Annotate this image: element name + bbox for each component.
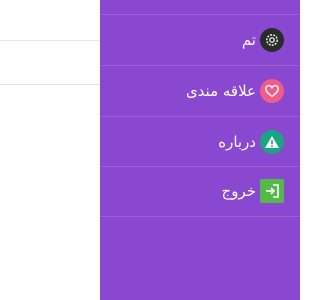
menu-item-label: خروج (221, 182, 256, 200)
gear-icon (260, 28, 284, 52)
menu-item-label: علاقه مندی (185, 82, 256, 100)
menu-divider (100, 216, 300, 217)
menu-item-logout[interactable]: خروج (100, 166, 300, 216)
menu-item-favorites[interactable]: علاقه مندی (100, 66, 300, 116)
menu-item-label: تم (241, 31, 256, 49)
warning-icon (260, 130, 284, 154)
exit-icon (260, 179, 284, 203)
menu-item-label: درباره (218, 133, 256, 151)
menu-item-about[interactable]: درباره (100, 117, 300, 167)
heart-icon (260, 79, 284, 103)
main-content-area (0, 0, 100, 300)
menu-item-theme[interactable]: تم (100, 15, 300, 65)
content-divider (0, 40, 100, 41)
content-divider (0, 84, 100, 85)
navigation-drawer: تم علاقه مندی درباره خروج (100, 0, 300, 300)
